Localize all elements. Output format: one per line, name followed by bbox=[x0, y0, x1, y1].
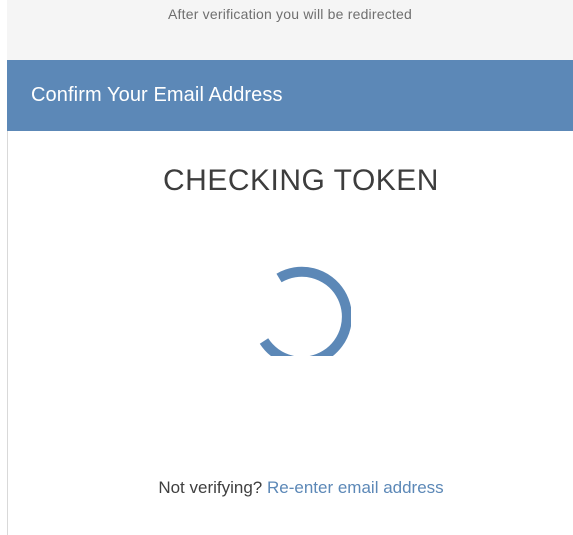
loading-spinner-icon bbox=[241, 246, 352, 367]
loading-spinner-svg bbox=[259, 266, 352, 367]
redirect-note: After verification you will be redirecte… bbox=[168, 6, 412, 22]
verification-help-line: Not verifying? Re-enter email address bbox=[7, 478, 573, 498]
confirm-email-header: Confirm Your Email Address bbox=[7, 60, 573, 131]
not-verifying-text: Not verifying? bbox=[158, 478, 263, 497]
confirm-email-title: Confirm Your Email Address bbox=[31, 84, 283, 106]
reenter-email-link[interactable]: Re-enter email address bbox=[267, 478, 444, 497]
checking-token-title: CHECKING TOKEN bbox=[163, 164, 439, 197]
email-verification-page: After verification you will be redirecte… bbox=[0, 0, 573, 535]
spinner-arc bbox=[259, 266, 352, 367]
card-border bbox=[7, 60, 8, 535]
